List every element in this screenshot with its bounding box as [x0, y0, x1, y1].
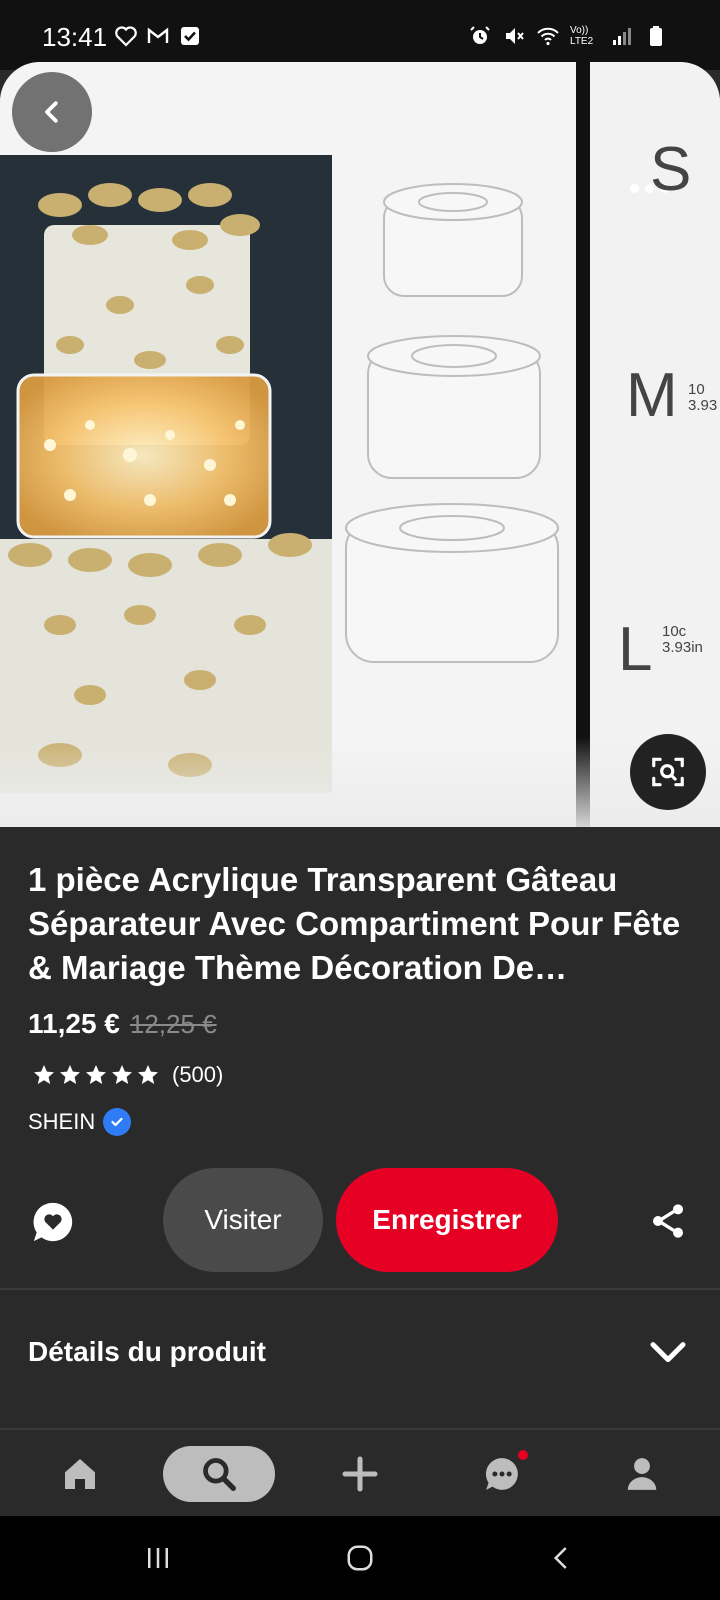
home-icon: [65, 1459, 95, 1489]
wifi-icon: [537, 27, 559, 46]
battery-icon: [650, 26, 662, 46]
chevron-left-icon: [45, 101, 58, 123]
profile-icon: [627, 1458, 657, 1490]
search-icon: [203, 1458, 236, 1491]
status-right-icons: Vo)) LTE2: [468, 24, 668, 48]
image-fade: [0, 737, 720, 827]
volte-icon: Vo)) LTE2: [570, 25, 594, 47]
rating-count: (500): [172, 1062, 224, 1087]
product-image-main[interactable]: [0, 62, 576, 827]
back-button[interactable]: [12, 72, 92, 152]
messages-icon: [485, 1458, 518, 1490]
divider: [0, 1288, 720, 1290]
shop-name[interactable]: SHEIN: [28, 1109, 95, 1135]
star-icon: [138, 1065, 158, 1084]
size-label-m: M: [626, 361, 678, 430]
star-icon: [60, 1065, 80, 1084]
rating-row[interactable]: (500): [32, 1062, 223, 1088]
divider: [0, 1428, 720, 1430]
comment-heart-icon: [33, 1202, 73, 1242]
star-icon: [86, 1065, 106, 1084]
notification-dot: [518, 1450, 528, 1460]
nav-messages[interactable]: [474, 1446, 530, 1502]
home-button-icon: [347, 1545, 373, 1571]
nav-create[interactable]: [332, 1446, 388, 1502]
chevron-down-icon: [650, 1342, 686, 1363]
status-left-icons: [114, 24, 202, 48]
price-row: 11,25 € 12,25 €: [28, 1008, 217, 1040]
verified-badge-icon: [103, 1108, 132, 1136]
gmail-icon: [147, 27, 169, 43]
mute-icon: [506, 28, 524, 44]
cake-illustration: [0, 155, 332, 793]
save-button[interactable]: Enregistrer: [336, 1168, 558, 1272]
share-icon: [653, 1204, 683, 1238]
system-navigation: [0, 1516, 720, 1600]
alarm-icon: [470, 26, 490, 44]
gallery-divider: [576, 62, 590, 827]
product-image-gallery[interactable]: S M 10 3.93 L 10c 3.93in: [0, 62, 720, 827]
add-icon: [342, 1456, 378, 1492]
nav-search[interactable]: [163, 1446, 275, 1502]
product-image-secondary[interactable]: S M 10 3.93 L 10c 3.93in: [590, 62, 720, 827]
signal-icon: [613, 28, 631, 45]
checkbox-icon: [181, 27, 199, 45]
rating-stars: [32, 1063, 160, 1087]
home-system-button[interactable]: [340, 1540, 380, 1576]
acrylic-separators-illustration: [345, 183, 559, 663]
status-bar: 13:41 Vo)) LTE2: [0, 0, 720, 70]
product-title: 1 pièce Acrylique Transparent Gâteau Sép…: [28, 861, 681, 986]
bottom-navigation: [0, 1436, 720, 1516]
visual-search-icon: [652, 757, 684, 787]
visit-button[interactable]: Visiter: [163, 1168, 323, 1272]
status-time: 13:41: [42, 22, 108, 52]
current-price: 11,25 €: [28, 1008, 120, 1039]
recents-icon: [148, 1548, 168, 1568]
size-label-s: S: [650, 135, 692, 204]
product-details-row[interactable]: Détails du produit: [0, 1292, 720, 1428]
back-system-button[interactable]: [542, 1540, 582, 1576]
size-detail-m: 10 3.93: [688, 381, 718, 414]
nav-profile[interactable]: [614, 1446, 670, 1502]
comment-button[interactable]: [30, 1199, 76, 1245]
size-detail-l: 10c 3.93in: [662, 623, 703, 656]
original-price: 12,25 €: [129, 1009, 217, 1039]
star-icon: [34, 1065, 54, 1084]
shop-row[interactable]: SHEIN: [28, 1108, 132, 1136]
cake-photo: [0, 155, 332, 793]
recents-button[interactable]: [138, 1540, 178, 1576]
share-button[interactable]: [648, 1199, 688, 1243]
product-details-label: Détails du produit: [28, 1336, 266, 1367]
nav-home[interactable]: [52, 1446, 108, 1502]
heart-outline-icon: [115, 26, 137, 47]
size-label-l: L: [618, 615, 653, 684]
visual-search-button[interactable]: [630, 734, 706, 810]
back-icon: [553, 1547, 567, 1569]
star-icon: [112, 1065, 132, 1084]
